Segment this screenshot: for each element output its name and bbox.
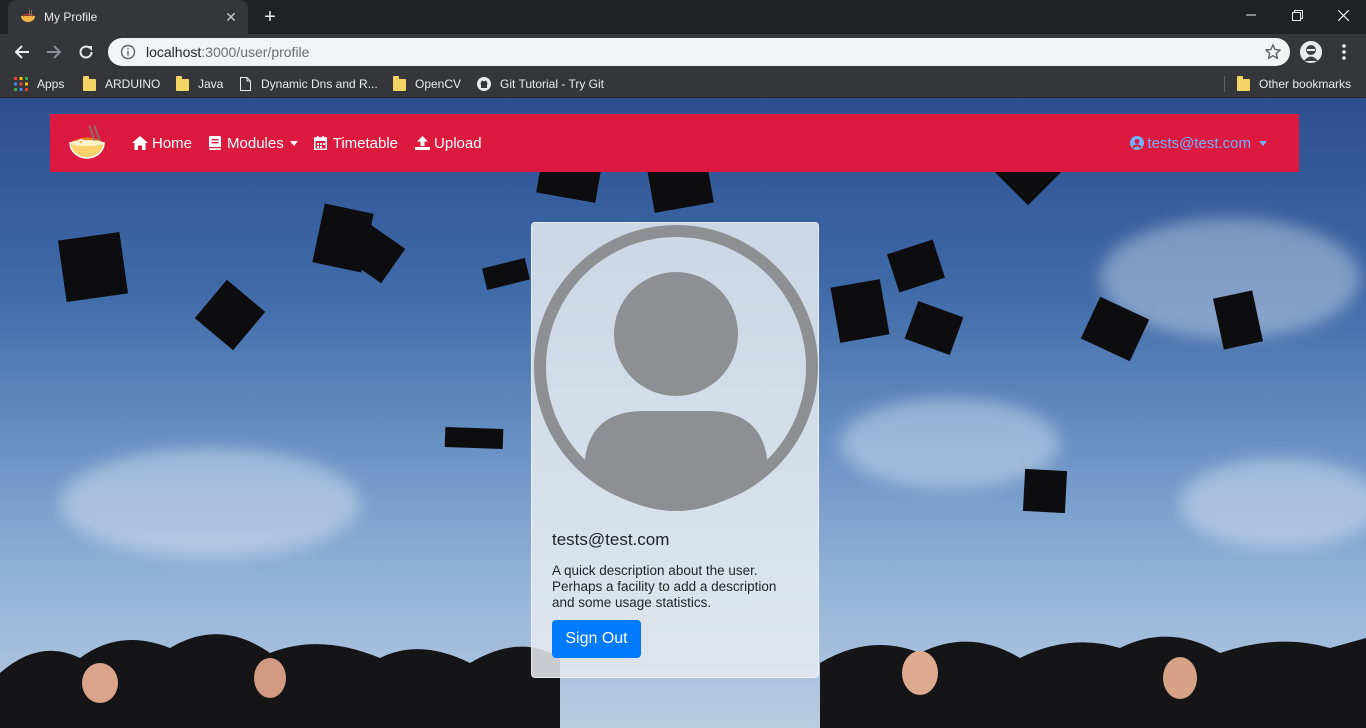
folder-icon bbox=[1236, 76, 1250, 91]
profile-title: tests@test.com bbox=[552, 530, 670, 549]
nav-upload[interactable]: Upload bbox=[414, 114, 482, 172]
folder-icon bbox=[175, 76, 189, 91]
browser-tab[interactable]: My Profile ✕ bbox=[8, 0, 248, 34]
profile-avatar-icon[interactable] bbox=[1300, 41, 1322, 63]
url-path: :3000/user/profile bbox=[201, 44, 310, 60]
apps-grid-icon bbox=[14, 77, 28, 91]
nav-timetable[interactable]: Timetable bbox=[313, 114, 398, 172]
ramen-logo-icon[interactable] bbox=[67, 123, 107, 163]
chevron-down-icon bbox=[289, 140, 298, 146]
bookmarks-divider bbox=[1224, 76, 1225, 92]
chevron-down-icon bbox=[1259, 140, 1267, 146]
bookmarks-bar: Apps ARDUINO Java Dynamic Dns and R... O… bbox=[0, 70, 1366, 98]
reload-icon[interactable] bbox=[72, 38, 100, 66]
page-viewport: Home Modules Timetable Upload tests@test… bbox=[0, 98, 1366, 728]
back-arrow-icon[interactable] bbox=[8, 38, 36, 66]
url-host: localhost bbox=[146, 44, 202, 60]
tab-title: My Profile bbox=[44, 10, 98, 24]
calendar-icon bbox=[313, 135, 329, 151]
ramen-bowl-icon bbox=[20, 9, 36, 25]
close-window-icon[interactable] bbox=[1320, 0, 1366, 30]
home-icon bbox=[132, 135, 148, 151]
bookmark-git-tutorial[interactable]: Git Tutorial - Try Git bbox=[477, 70, 604, 98]
github-icon bbox=[477, 77, 491, 91]
url-text: localhost:3000/user/profile bbox=[146, 44, 309, 60]
user-avatar-placeholder-icon bbox=[532, 223, 820, 511]
bookmark-star-icon[interactable] bbox=[1264, 43, 1282, 61]
user-circle-icon bbox=[1130, 136, 1145, 150]
nav-modules-label: Modules bbox=[227, 134, 284, 152]
book-icon bbox=[207, 135, 223, 151]
bookmark-label: Java bbox=[198, 77, 224, 91]
kebab-menu-icon[interactable] bbox=[1332, 40, 1356, 64]
forward-arrow-icon[interactable] bbox=[40, 38, 68, 66]
bookmark-label: Apps bbox=[37, 77, 65, 91]
folder-icon bbox=[82, 76, 96, 91]
user-email-label: tests@test.com bbox=[1147, 134, 1251, 152]
page-icon bbox=[238, 77, 252, 91]
restore-icon[interactable] bbox=[1274, 0, 1320, 30]
user-account-dropdown[interactable]: tests@test.com bbox=[1130, 114, 1267, 172]
info-icon[interactable] bbox=[120, 44, 136, 60]
bookmark-arduino[interactable]: ARDUINO bbox=[82, 70, 160, 98]
profile-description: A quick description about the user. Perh… bbox=[552, 563, 777, 610]
bookmark-label: OpenCV bbox=[415, 77, 462, 91]
minimize-icon[interactable] bbox=[1228, 0, 1274, 30]
nav-upload-label: Upload bbox=[434, 134, 482, 152]
upload-icon bbox=[414, 135, 430, 151]
bookmark-apps[interactable]: Apps bbox=[14, 70, 64, 98]
bookmark-label: Git Tutorial - Try Git bbox=[500, 77, 605, 91]
close-tab-icon[interactable]: ✕ bbox=[220, 6, 242, 28]
nav-home-label: Home bbox=[152, 134, 193, 152]
tab-strip: My Profile ✕ + bbox=[0, 0, 1366, 34]
new-tab-button[interactable]: + bbox=[258, 5, 282, 29]
browser-toolbar: localhost:3000/user/profile bbox=[0, 34, 1366, 70]
bookmark-label: Dynamic Dns and R... bbox=[261, 77, 378, 91]
bookmark-java[interactable]: Java bbox=[175, 70, 223, 98]
other-bookmarks[interactable]: Other bookmarks bbox=[1236, 70, 1351, 98]
bookmark-label: ARDUINO bbox=[105, 77, 161, 91]
bookmark-dynamic-dns[interactable]: Dynamic Dns and R... bbox=[238, 70, 378, 98]
sign-out-button[interactable]: Sign Out bbox=[552, 620, 641, 658]
profile-card: tests@test.com A quick description about… bbox=[531, 222, 819, 678]
nav-modules-dropdown[interactable]: Modules bbox=[207, 114, 298, 172]
main-navbar: Home Modules Timetable Upload tests@test… bbox=[50, 114, 1299, 172]
nav-timetable-label: Timetable bbox=[332, 134, 399, 152]
other-bookmarks-label: Other bookmarks bbox=[1259, 77, 1352, 91]
folder-icon bbox=[392, 76, 406, 91]
bookmark-opencv[interactable]: OpenCV bbox=[392, 70, 461, 98]
address-bar[interactable]: localhost:3000/user/profile bbox=[108, 38, 1290, 66]
nav-home[interactable]: Home bbox=[132, 114, 192, 172]
